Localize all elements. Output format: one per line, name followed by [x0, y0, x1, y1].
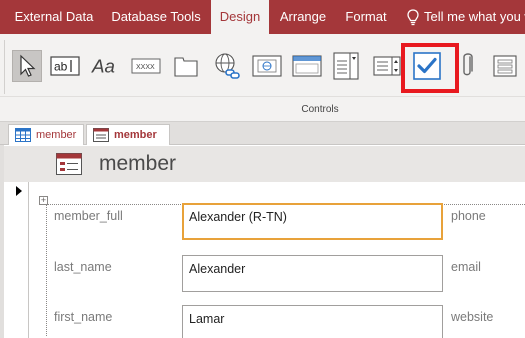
- navigation-icon: [292, 55, 322, 77]
- field-label-first-name: first_name: [54, 310, 113, 324]
- first-name-textbox[interactable]: Lamar: [182, 305, 443, 338]
- button-control-button[interactable]: XXXX: [131, 50, 161, 82]
- attachment-control-button[interactable]: [453, 50, 483, 82]
- ribbon-panel: ab Aa XXXX Controls: [0, 34, 525, 122]
- lightbulb-icon: [406, 8, 420, 28]
- tab-design[interactable]: Design: [211, 0, 269, 34]
- combo-box-icon: [333, 52, 359, 80]
- attachment-icon: [463, 53, 473, 76]
- svg-text:ab: ab: [54, 60, 68, 74]
- form-title: member: [99, 152, 177, 175]
- doc-tab-member-table[interactable]: member: [8, 124, 84, 145]
- tab-arrange[interactable]: Arrange: [272, 0, 334, 34]
- last-name-textbox[interactable]: Alexander: [182, 255, 443, 292]
- field-label-website: website: [451, 310, 494, 324]
- form-detail-section: + member_full Alexander (R-TN) phone las…: [30, 182, 525, 338]
- field-label-member-full: member_full: [54, 209, 123, 223]
- label-control-button[interactable]: Aa: [91, 50, 121, 82]
- svg-text:XXXX: XXXX: [136, 64, 155, 71]
- doc-tab-label: member: [36, 129, 77, 141]
- field-label-phone: phone: [451, 209, 486, 223]
- option-group-control-button[interactable]: [490, 50, 520, 82]
- doc-tab-member-form[interactable]: member: [86, 124, 170, 145]
- tell-me-box[interactable]: Tell me what you w: [406, 0, 525, 34]
- tab-external-data[interactable]: External Data: [8, 0, 100, 34]
- tab-database-tools[interactable]: Database Tools: [104, 0, 208, 34]
- check-box-control-button[interactable]: [412, 50, 442, 82]
- text-box-icon: ab: [50, 56, 80, 76]
- ribbon-divider: [4, 40, 5, 94]
- member-full-textbox[interactable]: Alexander (R-TN): [182, 203, 443, 240]
- controls-group-label: Controls: [301, 104, 339, 115]
- form-icon: [56, 153, 82, 175]
- checkbox-icon: [413, 52, 441, 80]
- document-tab-bar: member member: [0, 122, 525, 145]
- form-header: member: [4, 146, 525, 182]
- ribbon-tab-bar: External Data Database Tools Design Arra…: [0, 0, 525, 34]
- navigation-control-button[interactable]: [292, 50, 322, 82]
- button-icon: XXXX: [131, 58, 161, 74]
- field-label-last-name: last_name: [54, 260, 112, 274]
- text-box-control-button[interactable]: ab: [50, 50, 80, 82]
- current-record-arrow-icon: [16, 186, 22, 196]
- tell-me-text: Tell me what you w: [424, 9, 525, 24]
- layout-guide-vertical: [46, 204, 47, 336]
- form-icon: [93, 128, 109, 142]
- web-browser-icon: [252, 55, 282, 77]
- select-pointer-button[interactable]: [12, 50, 42, 82]
- tab-control-icon: [174, 57, 198, 77]
- tab-control-button[interactable]: [171, 50, 201, 82]
- hyperlink-control-button[interactable]: [212, 50, 242, 82]
- combo-box-control-button[interactable]: [332, 50, 362, 82]
- option-group-icon: [493, 55, 517, 77]
- ribbon-group-separator: [0, 96, 525, 97]
- layout-move-handle-icon[interactable]: +: [39, 196, 48, 205]
- record-selector[interactable]: [4, 182, 29, 338]
- doc-tab-label: member: [114, 129, 157, 141]
- table-icon: [15, 128, 31, 142]
- svg-text:Aa: Aa: [91, 56, 115, 77]
- tab-format[interactable]: Format: [337, 0, 395, 34]
- label-icon: Aa: [91, 56, 115, 77]
- web-browser-control-button[interactable]: [252, 50, 282, 82]
- hyperlink-icon: [215, 53, 240, 79]
- list-box-control-button[interactable]: [372, 50, 402, 82]
- field-label-email: email: [451, 260, 481, 274]
- pointer-icon: [20, 54, 36, 77]
- list-box-icon: [373, 56, 401, 76]
